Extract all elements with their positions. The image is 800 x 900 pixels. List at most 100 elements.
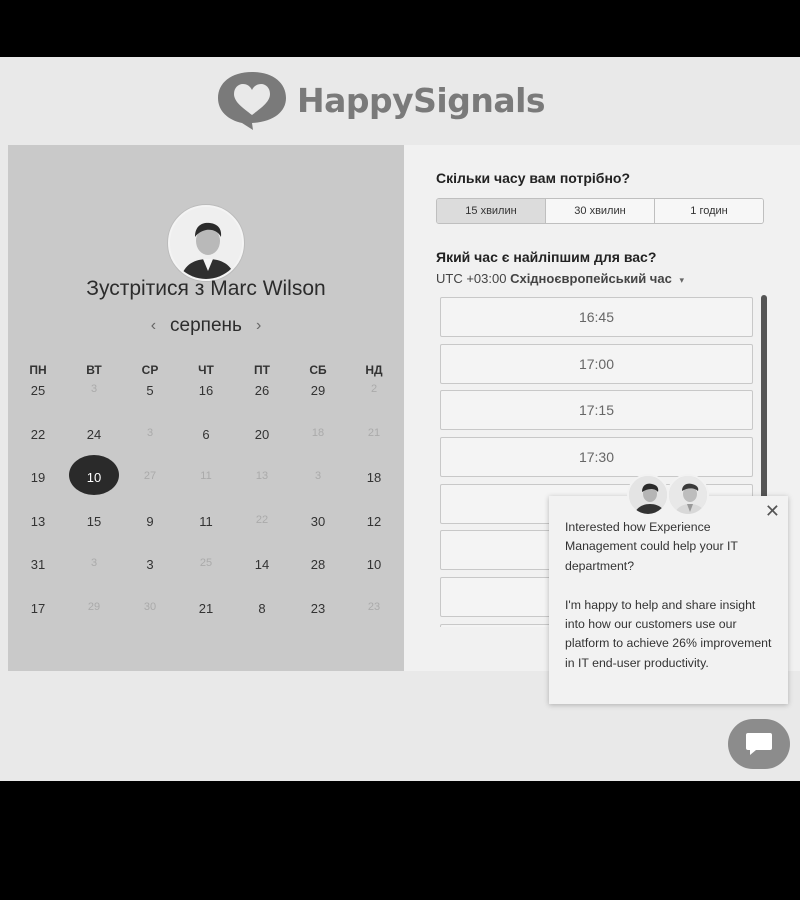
calendar-week: 17 29 30 21 8 23 23 (10, 601, 402, 645)
calendar-day[interactable]: 18 (346, 470, 402, 514)
calendar-day-number: 25 (30, 383, 46, 398)
calendar-day: 21 (346, 427, 402, 471)
calendar-day[interactable]: 30 (290, 514, 346, 558)
calendar-day: 3 (122, 427, 178, 471)
weekday-label: СБ (309, 363, 327, 377)
calendar-day[interactable]: 6 (178, 427, 234, 471)
calendar-day-number: 25 (199, 557, 213, 570)
calendar-day-number: 9 (146, 513, 154, 529)
calendar-day[interactable]: 15 (66, 514, 122, 558)
calendar-day-number: 3 (90, 383, 98, 395)
host-panel: Зустрітися з Marc Wilson ‹ серпень › ПН В… (8, 145, 404, 671)
calendar-day: 11 (178, 470, 234, 514)
chat-popup: ✕ Interested how Experience Management c… (549, 496, 788, 704)
calendar-day[interactable]: 8 (234, 601, 290, 645)
calendar-day: 2 (346, 383, 402, 427)
calendar-day-number: 11 (199, 513, 213, 529)
calendar-day-number: 17 (30, 600, 46, 616)
time-slot-button[interactable]: 17:30 (440, 437, 753, 478)
chat-paragraph-1: Interested how Experience Management cou… (565, 520, 738, 573)
calendar-week: 25 3 5 16 26 29 2 (10, 383, 402, 427)
calendar-day[interactable]: 19 (10, 470, 66, 514)
agent-avatar (667, 474, 709, 516)
calendar-day-number: 30 (143, 600, 157, 613)
month-label: серпень (170, 315, 242, 336)
timezone-selector[interactable]: UTC +03:00 Східноєвропейський час ▾ (436, 271, 684, 286)
calendar-day: 18 (290, 427, 346, 471)
calendar-day: 22 (234, 514, 290, 558)
calendar-day-number: 3 (314, 470, 322, 483)
calendar-day[interactable]: 11 (178, 514, 234, 558)
calendar-day[interactable]: 13 (10, 514, 66, 558)
calendar-day[interactable]: 16 (178, 383, 234, 427)
calendar-day[interactable]: 14 (234, 557, 290, 601)
chevron-left-icon[interactable]: ‹ (151, 317, 156, 335)
calendar-day[interactable]: 5 (122, 383, 178, 427)
calendar-day[interactable]: 29 (290, 383, 346, 427)
calendar-day-selected[interactable]: 10 (66, 455, 122, 514)
chevron-right-icon[interactable]: › (256, 317, 261, 335)
calendar-day-number: 21 (198, 600, 214, 616)
duration-tab[interactable]: 15 хвилин (437, 199, 545, 223)
calendar-day-number: 29 (310, 383, 326, 398)
calendar-day[interactable]: 21 (178, 601, 234, 645)
calendar-day[interactable]: 10 (346, 557, 402, 601)
weekday-label: ВТ (86, 363, 102, 377)
calendar-day-number: 10 (366, 557, 382, 573)
duration-tab[interactable]: 30 хвилин (545, 199, 654, 223)
slot-scrollbar[interactable] (761, 295, 767, 520)
calendar-week: 31 3 3 25 14 28 10 (10, 557, 402, 601)
calendar-day[interactable]: 20 (234, 427, 290, 471)
brand-logo[interactable]: HappySignals (215, 69, 546, 131)
calendar-day: 3 (66, 557, 122, 601)
weekday-label: НД (365, 363, 383, 377)
calendar-day[interactable]: 23 (290, 601, 346, 645)
calendar-day: 29 (66, 601, 122, 645)
timezone-name: Східноєвропейський час (510, 271, 672, 286)
calendar-day[interactable]: 9 (122, 514, 178, 558)
calendar-day-number: 19 (30, 470, 46, 486)
duration-tab[interactable]: 1 годин (654, 199, 763, 223)
chat-agents (627, 474, 713, 516)
calendar-day-number: 13 (30, 513, 46, 529)
calendar-day[interactable]: 31 (10, 557, 66, 601)
chat-message: Interested how Experience Management cou… (565, 518, 777, 693)
chat-launcher-button[interactable] (728, 719, 790, 769)
time-slot-button[interactable]: 17:15 (440, 390, 753, 431)
caret-down-icon: ▾ (679, 275, 684, 285)
weekday-label: ПН (29, 363, 47, 377)
calendar-day[interactable]: 12 (346, 514, 402, 558)
calendar-day-number: 26 (254, 383, 270, 398)
calendar-day-number: 3 (90, 557, 98, 570)
calendar-day-number: 3 (146, 426, 154, 439)
calendar-day[interactable]: 25 (10, 383, 66, 427)
calendar: ПН ВТ СР ЧТ ПТ СБ НД 25 3 5 16 26 29 2 22 24 3 6 20 18 21 19… (10, 363, 402, 645)
calendar-day-number: 23 (310, 600, 326, 616)
calendar-day-number: 20 (254, 426, 270, 442)
calendar-day: 3 (66, 383, 122, 427)
meet-title: Зустрітися з Marc Wilson (86, 277, 326, 300)
calendar-day: 27 (122, 470, 178, 514)
timezone-offset: UTC +03:00 (436, 271, 511, 286)
time-slot-button[interactable]: 16:45 (440, 297, 753, 337)
duration-tabs: 15 хвилин 30 хвилин 1 годин (436, 198, 764, 224)
time-slot-button[interactable]: 17:00 (440, 343, 753, 384)
calendar-day: 13 (234, 470, 290, 514)
calendar-day-number: 18 (366, 470, 382, 486)
calendar-day[interactable]: 17 (10, 601, 66, 645)
calendar-day-number: 6 (202, 426, 210, 442)
calendar-day[interactable]: 28 (290, 557, 346, 601)
calendar-day: 23 (346, 601, 402, 645)
brand-name: HappySignals (297, 80, 546, 120)
calendar-day-number: 29 (87, 600, 101, 613)
calendar-day[interactable]: 22 (10, 427, 66, 471)
agent-avatar (627, 474, 669, 516)
calendar-day-number: 21 (367, 426, 381, 439)
calendar-day-number: 18 (311, 426, 325, 439)
calendar-day[interactable]: 3 (122, 557, 178, 601)
calendar-day-number: 15 (86, 513, 102, 529)
page: HappySignals Зустрітися з Marc Wilson ‹ … (0, 57, 800, 781)
calendar-day[interactable]: 26 (234, 383, 290, 427)
calendar-day-number: 30 (310, 513, 326, 529)
calendar-weekdays: ПН ВТ СР ЧТ ПТ СБ НД (10, 363, 402, 377)
